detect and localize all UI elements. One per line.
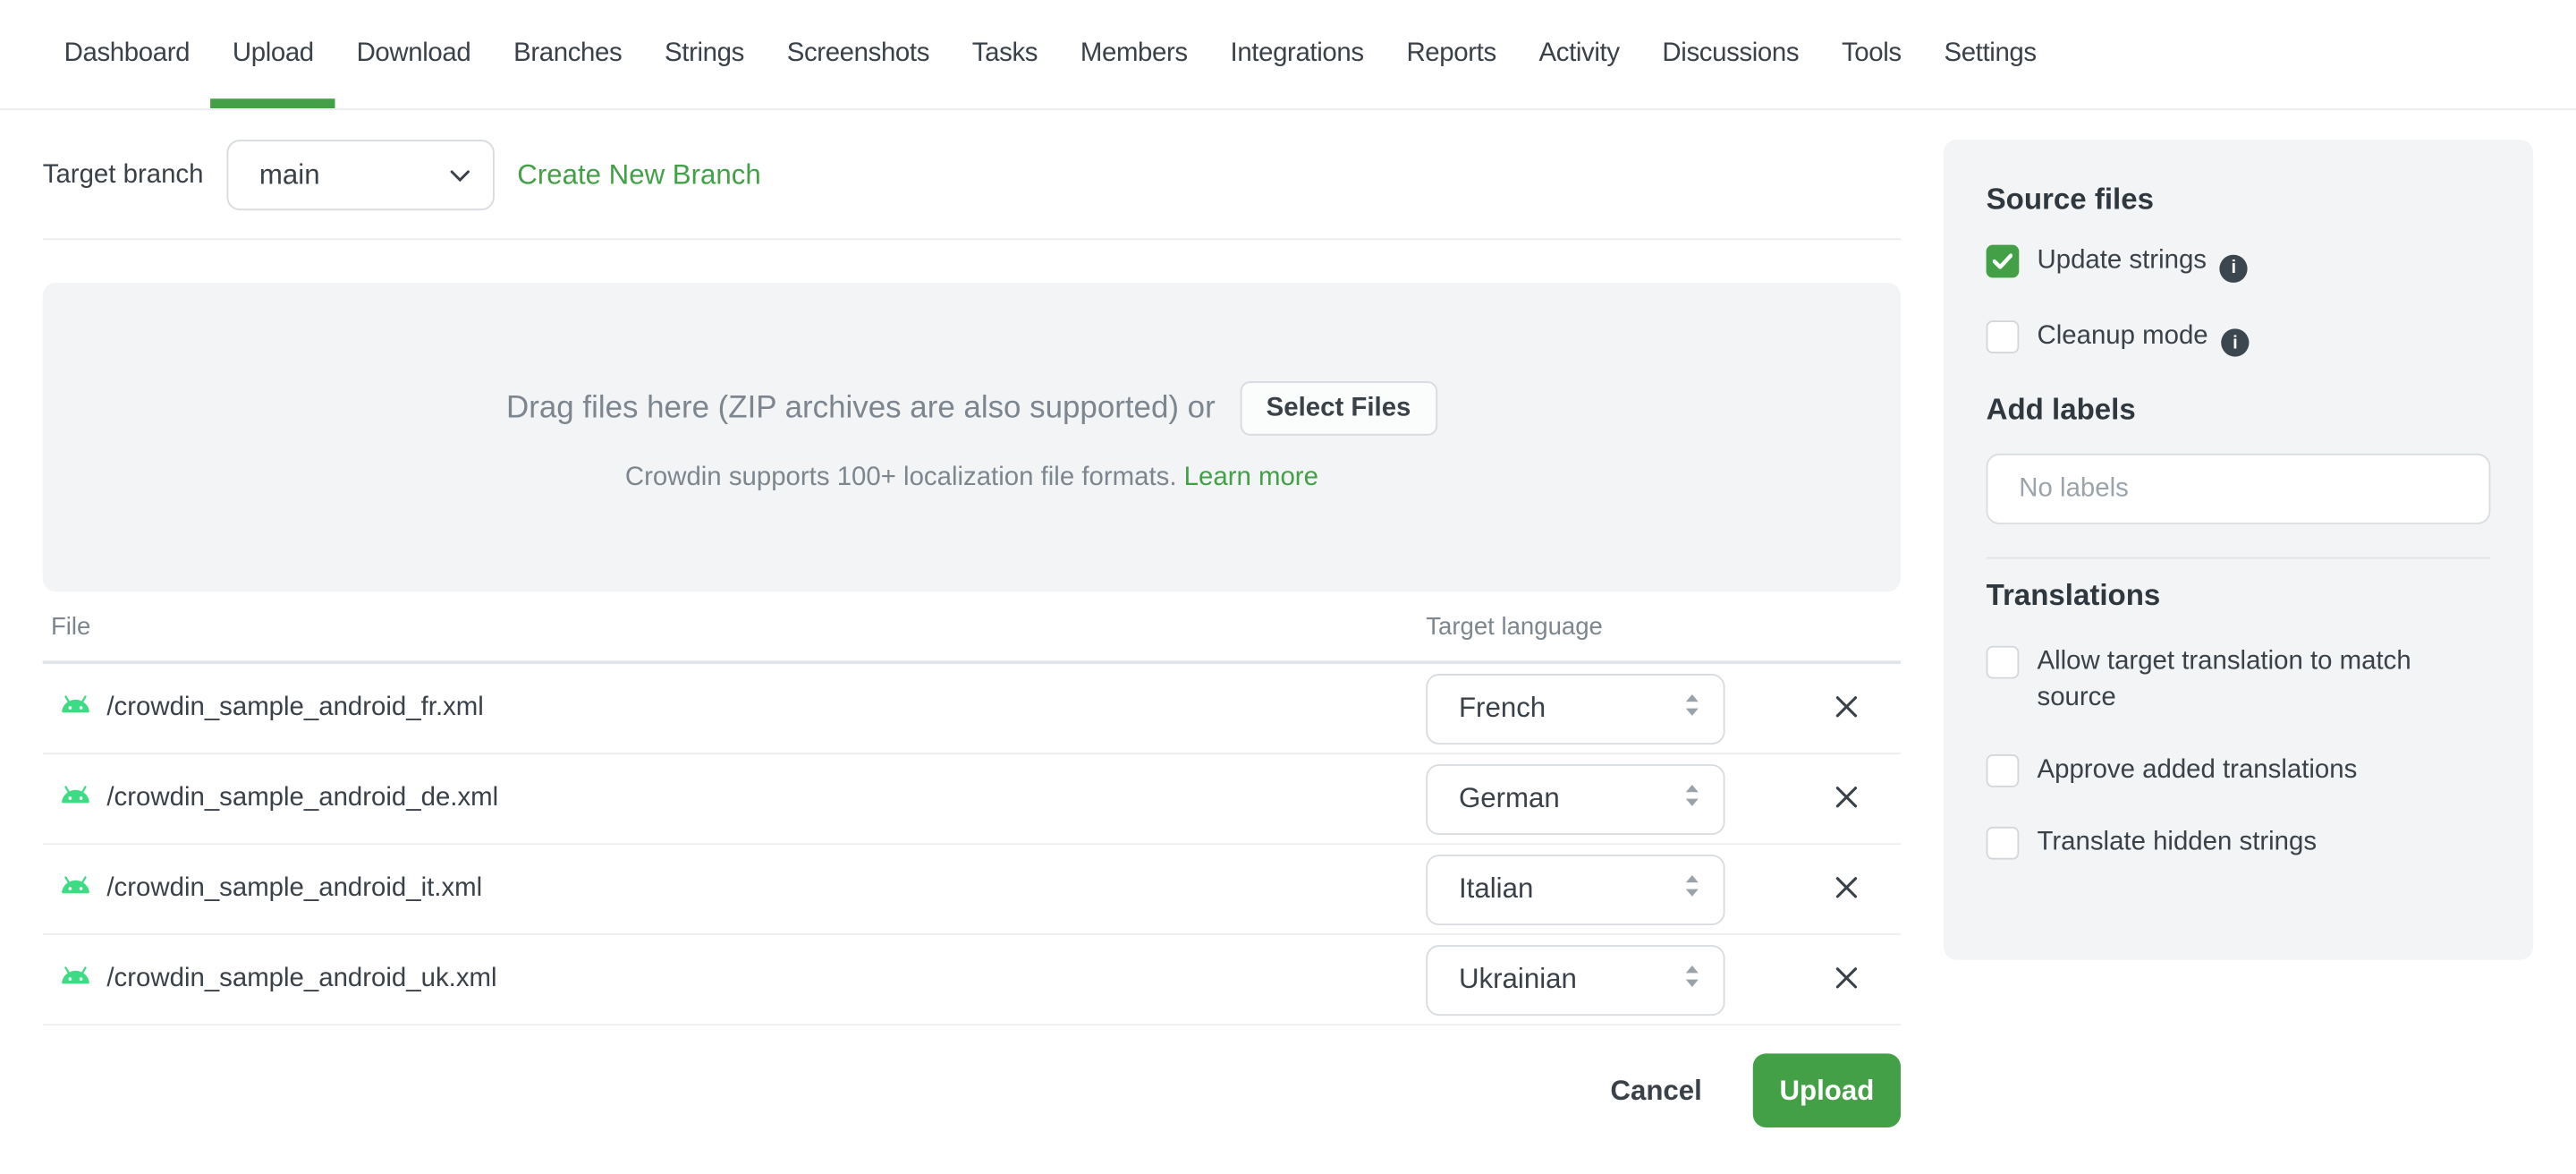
sidebar-divider [1986,557,2491,559]
file-name: /crowdin_sample_android_fr.xml [106,693,484,722]
checkbox-row[interactable]: Update strings i [1986,243,2491,282]
create-new-branch-link[interactable]: Create New Branch [517,158,760,191]
checkbox-row[interactable]: Cleanup mode i [1986,318,2491,357]
target-language-value: French [1458,692,1546,724]
table-row: /crowdin_sample_android_it.xml Italian [42,845,1902,936]
remove-file-button[interactable] [1822,955,1871,1004]
sort-arrows-icon [1684,873,1700,905]
target-branch-label: Target branch [42,160,204,189]
page: Dashboard Upload Download Branches Strin… [0,0,2576,1174]
translations-title: Translations [1986,578,2161,612]
main-panel: Target branch main Create New Branch Dra… [0,110,1902,1127]
checkbox-label: Translate hidden stringsi [2037,828,2318,856]
checkbox[interactable] [1986,319,2020,353]
target-language-column-header: Target language [1426,612,1603,641]
nav-tab[interactable]: Members [1059,0,1209,108]
chevron-down-icon [450,160,470,190]
nav-tab[interactable]: Tools [1820,0,1923,108]
target-language-value: Italian [1458,872,1534,905]
top-nav: Dashboard Upload Download Branches Strin… [0,0,2576,111]
file-name: /crowdin_sample_android_it.xml [106,874,483,903]
close-icon [1834,873,1860,905]
checkbox-row[interactable]: Translate hidden stringsi [1986,825,2491,861]
sort-arrows-icon [1684,964,1700,995]
nav-tab[interactable]: Reports [1385,0,1518,108]
close-icon [1834,693,1860,724]
checkbox[interactable] [1986,244,2020,278]
files-table: File Target language /crowdin_sample_and… [42,591,1902,1026]
checkbox[interactable] [1986,826,2020,860]
file-name: /crowdin_sample_android_uk.xml [106,965,497,993]
nav-tab[interactable]: Strings [643,0,766,108]
formats-text: Crowdin supports 100+ localization file … [624,463,1177,492]
checkbox[interactable] [1986,645,2020,679]
nav-tab[interactable]: Settings [1923,0,2058,108]
select-files-button[interactable]: Select Files [1240,381,1437,436]
info-icon[interactable]: i [2219,253,2248,282]
android-icon [59,873,92,905]
close-icon [1834,964,1860,995]
target-language-select[interactable]: French [1426,673,1725,744]
remove-file-button[interactable] [1822,684,1871,733]
checkbox[interactable] [1986,754,2020,787]
file-dropzone[interactable]: Drag files here (ZIP archives are also s… [42,282,1902,592]
target-language-select[interactable]: Ukrainian [1426,944,1725,1016]
table-row: /crowdin_sample_android_fr.xml French [42,664,1902,755]
sort-arrows-icon [1684,783,1700,814]
cancel-button[interactable]: Cancel [1600,1072,1711,1108]
nav-tab[interactable]: Upload [211,0,335,108]
learn-more-link[interactable]: Learn more [1184,464,1318,491]
checkbox-row[interactable]: Allow target translation to match source… [1986,644,2491,717]
table-header: File Target language [42,591,1902,665]
target-language-value: German [1458,782,1560,814]
file-name: /crowdin_sample_android_de.xml [106,784,499,812]
divider [42,238,1902,241]
table-row: /crowdin_sample_android_uk.xml Ukrainian [42,935,1902,1026]
checkbox-label: Allow target translation to match source… [2037,647,2411,712]
info-icon[interactable]: i [2221,328,2250,357]
target-language-select[interactable]: Italian [1426,854,1725,925]
dropzone-text: Drag files here (ZIP archives are also s… [506,390,1216,425]
nav-tab[interactable]: Activity [1518,0,1641,108]
labels-input[interactable] [1986,453,2491,524]
form-actions: Cancel Upload [0,1053,1902,1127]
target-branch-select[interactable]: main [226,140,495,211]
nav-tab[interactable]: Dashboard [43,0,211,108]
android-icon [59,783,92,814]
check-icon [1992,253,2012,269]
nav-tab[interactable]: Integrations [1209,0,1385,108]
file-column-header: File [50,612,91,641]
nav-tab[interactable]: Tasks [951,0,1059,108]
table-row: /crowdin_sample_android_de.xml German [42,754,1902,846]
checkbox-label: Approve added translationsi [2037,755,2358,785]
add-labels-title: Add labels [1986,392,2136,426]
nav-tab[interactable]: Screenshots [766,0,951,108]
nav-tab[interactable]: Branches [492,0,643,108]
branch-bar: Target branch main Create New Branch [42,140,1901,211]
checkbox-row[interactable]: Approve added translationsi [1986,753,2491,788]
upload-options-sidebar: Source files Update strings i Cleanup mo… [1943,140,2534,960]
close-icon [1834,783,1860,814]
nav-tab[interactable]: Discussions [1641,0,1821,108]
target-language-value: Ukrainian [1458,963,1577,995]
android-icon [59,693,92,724]
nav-tab[interactable]: Download [335,0,493,108]
android-icon [59,964,92,995]
target-branch-value: main [258,158,320,191]
remove-file-button[interactable] [1822,864,1871,914]
sort-arrows-icon [1684,693,1700,724]
checkbox-label: Cleanup mode i [2038,318,2250,357]
upload-button[interactable]: Upload [1752,1053,1902,1127]
target-language-select[interactable]: German [1426,763,1725,835]
source-files-title: Source files [1986,182,2154,216]
checkbox-label: Update strings i [2038,243,2248,282]
remove-file-button[interactable] [1822,774,1871,823]
